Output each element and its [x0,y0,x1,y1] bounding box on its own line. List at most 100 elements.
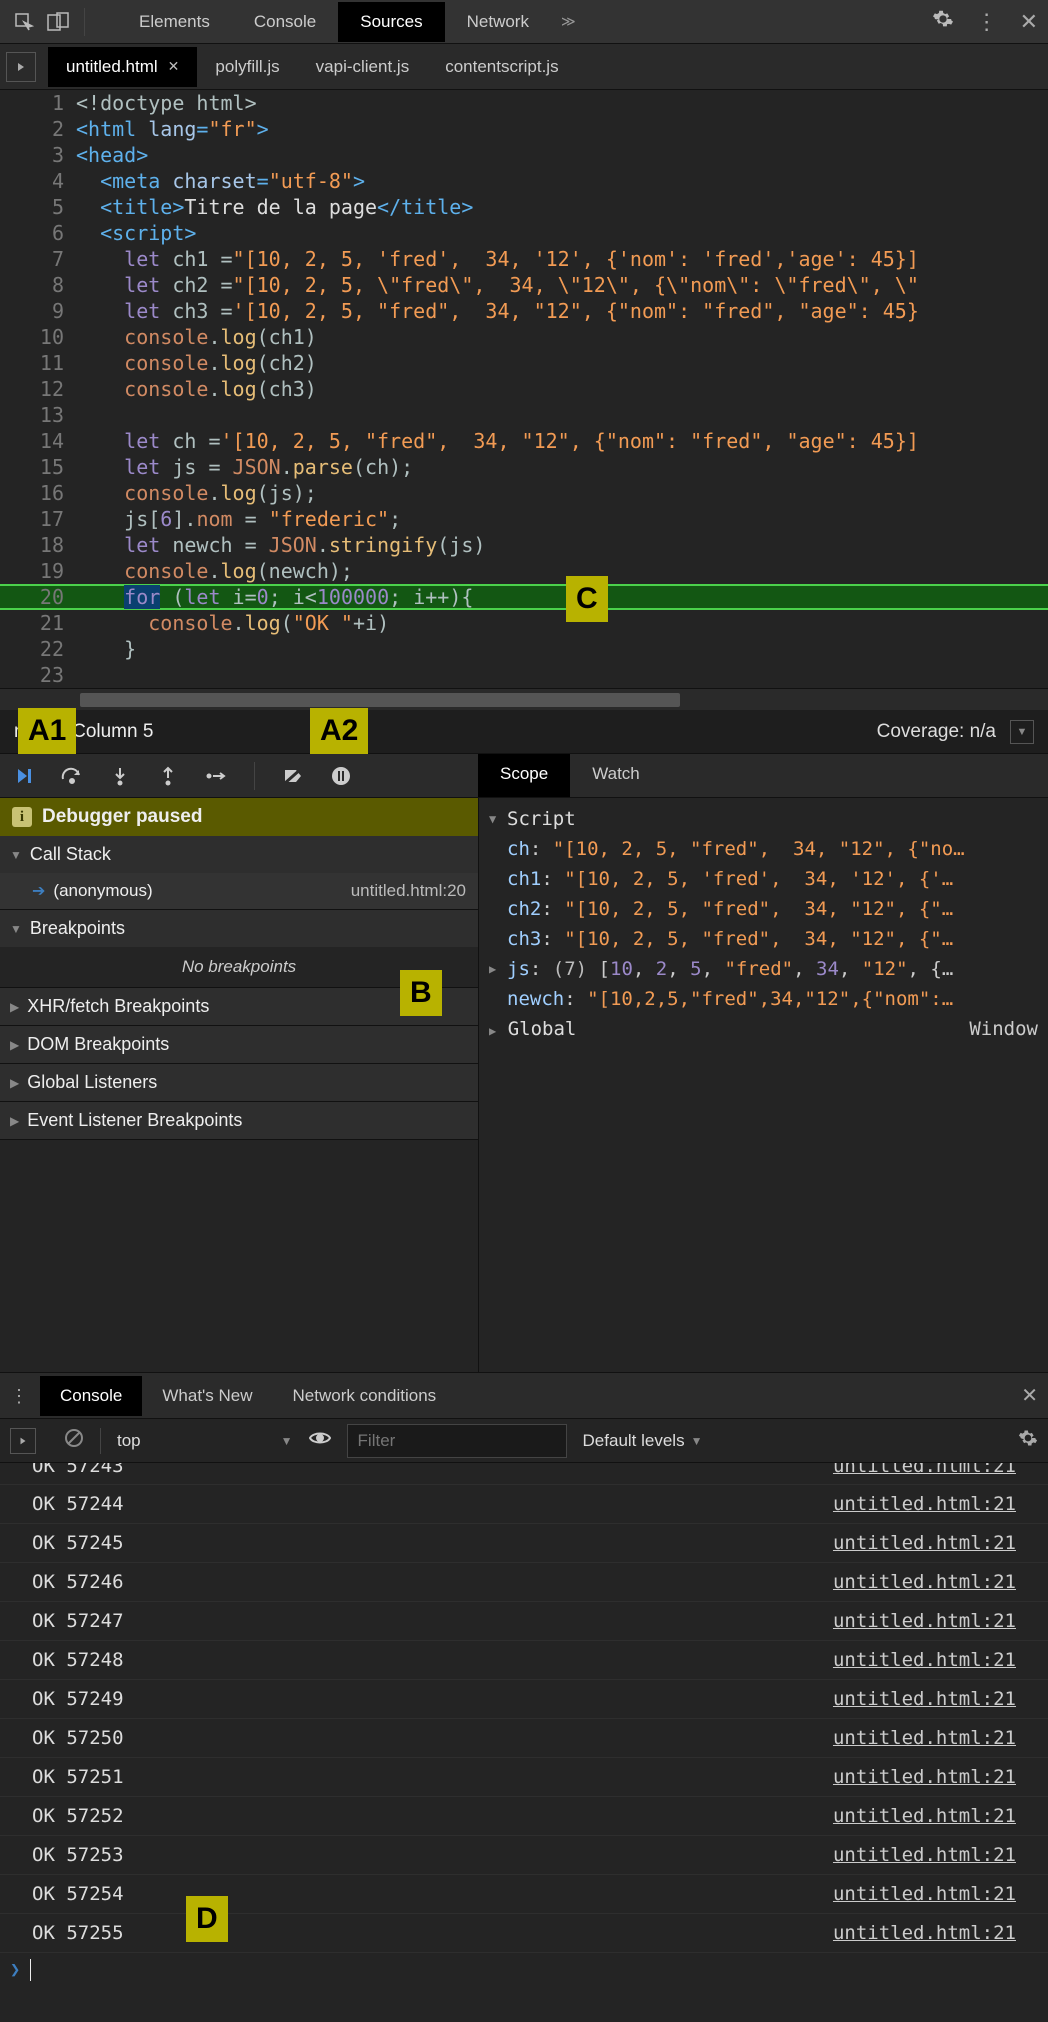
scope-var[interactable]: ch3: "[10, 2, 5, "fred", 34, "12", {"… [479,924,1048,954]
console-line[interactable]: OK 57252untitled.html:21 [0,1797,1048,1836]
code-line[interactable]: 3<head> [0,142,1048,168]
step-out-icon[interactable] [156,764,180,788]
console-line[interactable]: OK 57247untitled.html:21 [0,1602,1048,1641]
breakpoints-header[interactable]: ▼Breakpoints [0,910,478,947]
scope-tab-watch[interactable]: Watch [570,754,662,797]
source-link[interactable]: untitled.html:21 [833,1680,1016,1718]
code-line[interactable]: 13 [0,402,1048,428]
code-line[interactable]: 22 } [0,636,1048,662]
drawer-tab[interactable]: What's New [142,1376,272,1416]
deactivate-breakpoints-icon[interactable] [281,764,305,788]
console-line[interactable]: OK 57243untitled.html:21 [0,1463,1048,1485]
console-sidebar-icon[interactable] [10,1428,36,1454]
event-listener-breakpoints-header[interactable]: ▶Event Listener Breakpoints [0,1102,478,1139]
close-icon[interactable]: ✕ [168,58,180,75]
context-selector[interactable]: top ▼ [117,1431,293,1451]
file-tab[interactable]: vapi-client.js [298,47,428,87]
top-tab-elements[interactable]: Elements [117,2,232,42]
code-line[interactable]: 1<!doctype html> [0,90,1048,116]
source-link[interactable]: untitled.html:21 [833,1463,1016,1468]
code-line[interactable]: 16 console.log(js); [0,480,1048,506]
source-link[interactable]: untitled.html:21 [833,1875,1016,1913]
console-line[interactable]: OK 57251untitled.html:21 [0,1758,1048,1797]
scope-var[interactable]: ch: "[10, 2, 5, "fred", 34, "12", {"no… [479,834,1048,864]
code-line[interactable]: 21 console.log("OK "+i) [0,610,1048,636]
scope-var[interactable]: ▶ js: (7) [10, 2, 5, "fred", 34, "12", {… [479,954,1048,984]
inspect-icon[interactable] [10,8,38,36]
console-line[interactable]: OK 57253untitled.html:21 [0,1836,1048,1875]
more-tabs-icon[interactable]: ≫ [561,13,576,30]
dom-breakpoints-header[interactable]: ▶DOM Breakpoints [0,1026,478,1063]
scope-var[interactable]: ch1: "[10, 2, 5, 'fred', 34, '12', {'… [479,864,1048,894]
top-tab-console[interactable]: Console [232,2,338,42]
source-link[interactable]: untitled.html:21 [833,1524,1016,1562]
eye-icon[interactable] [309,1430,331,1451]
step-over-icon[interactable] [60,764,84,788]
console-line[interactable]: OK 57255untitled.html:21 [0,1914,1048,1953]
kebab-icon[interactable]: ⋮ [976,9,998,35]
code-line[interactable]: 12 console.log(ch3) [0,376,1048,402]
code-line[interactable]: 2<html lang="fr"> [0,116,1048,142]
source-link[interactable]: untitled.html:21 [833,1797,1016,1835]
code-line[interactable]: 6 <script> [0,220,1048,246]
top-tab-network[interactable]: Network [445,2,551,42]
code-line[interactable]: 20 for (let i=0; i<100000; i++){ [0,584,1048,610]
source-link[interactable]: untitled.html:21 [833,1485,1016,1523]
log-levels-selector[interactable]: Default levels ▼ [583,1431,703,1451]
code-line[interactable]: 14 let ch ='[10, 2, 5, "fred", 34, "12",… [0,428,1048,454]
file-tab[interactable]: contentscript.js [427,47,576,87]
console-gear-icon[interactable] [1018,1428,1038,1453]
coverage-dropdown-icon[interactable]: ▼ [1010,720,1034,744]
console-output[interactable]: OK 57243untitled.html:21OK 57244untitled… [0,1463,1048,1953]
editor-horizontal-scrollbar[interactable] [0,688,1048,710]
code-line[interactable]: 7 let ch1 ="[10, 2, 5, 'fred', 34, '12',… [0,246,1048,272]
console-line[interactable]: OK 57250untitled.html:21 [0,1719,1048,1758]
device-icon[interactable] [44,8,72,36]
top-tab-sources[interactable]: Sources [338,2,444,42]
code-line[interactable]: 11 console.log(ch2) [0,350,1048,376]
source-link[interactable]: untitled.html:21 [833,1563,1016,1601]
code-line[interactable]: 8 let ch2 ="[10, 2, 5, \"fred\", 34, \"1… [0,272,1048,298]
pause-on-exceptions-icon[interactable] [329,764,353,788]
drawer-close-icon[interactable]: ✕ [1021,1383,1038,1408]
code-line[interactable]: 15 let js = JSON.parse(ch); [0,454,1048,480]
code-line[interactable]: 18 let newch = JSON.stringify(js) [0,532,1048,558]
filter-input[interactable] [347,1424,567,1458]
gear-icon[interactable] [932,8,954,35]
source-link[interactable]: untitled.html:21 [833,1641,1016,1679]
source-link[interactable]: untitled.html:21 [833,1719,1016,1757]
stack-frame[interactable]: ➔(anonymous) untitled.html:20 [0,873,478,909]
scope-var[interactable]: newch: "[10,2,5,"fred",34,"12",{"nom":… [479,984,1048,1014]
scope-var[interactable]: ch2: "[10, 2, 5, "fred", 34, "12", {"… [479,894,1048,924]
console-line[interactable]: OK 57249untitled.html:21 [0,1680,1048,1719]
code-line[interactable]: 4 <meta charset="utf-8"> [0,168,1048,194]
drawer-tab[interactable]: Network conditions [273,1376,457,1416]
console-line[interactable]: OK 57248untitled.html:21 [0,1641,1048,1680]
console-line[interactable]: OK 57246untitled.html:21 [0,1563,1048,1602]
source-link[interactable]: untitled.html:21 [833,1758,1016,1796]
step-into-icon[interactable] [108,764,132,788]
code-line[interactable]: 10 console.log(ch1) [0,324,1048,350]
scope-global[interactable]: ▶ GlobalWindow [479,1014,1048,1046]
console-line[interactable]: OK 57244untitled.html:21 [0,1485,1048,1524]
console-prompt[interactable]: ❯ [0,1953,1048,1987]
step-icon[interactable] [204,764,228,788]
scope-tab-scope[interactable]: Scope [478,754,570,797]
code-editor[interactable]: 1<!doctype html>2<html lang="fr">3<head>… [0,90,1048,688]
drawer-tab[interactable]: Console [40,1376,142,1416]
file-tab[interactable]: polyfill.js [197,47,297,87]
code-line[interactable]: 9 let ch3 ='[10, 2, 5, "fred", 34, "12",… [0,298,1048,324]
show-navigator-icon[interactable] [6,52,36,82]
source-link[interactable]: untitled.html:21 [833,1602,1016,1640]
code-line[interactable]: 19 console.log(newch); [0,558,1048,584]
code-line[interactable]: 5 <title>Titre de la page</title> [0,194,1048,220]
source-link[interactable]: untitled.html:21 [833,1836,1016,1874]
source-link[interactable]: untitled.html:21 [833,1914,1016,1952]
code-line[interactable]: 17 js[6].nom = "frederic"; [0,506,1048,532]
resume-icon[interactable] [12,764,36,788]
global-listeners-header[interactable]: ▶Global Listeners [0,1064,478,1101]
close-icon[interactable]: ✕ [1020,9,1038,35]
console-line[interactable]: OK 57254untitled.html:21 [0,1875,1048,1914]
console-line[interactable]: OK 57245untitled.html:21 [0,1524,1048,1563]
clear-console-icon[interactable] [64,1428,84,1453]
